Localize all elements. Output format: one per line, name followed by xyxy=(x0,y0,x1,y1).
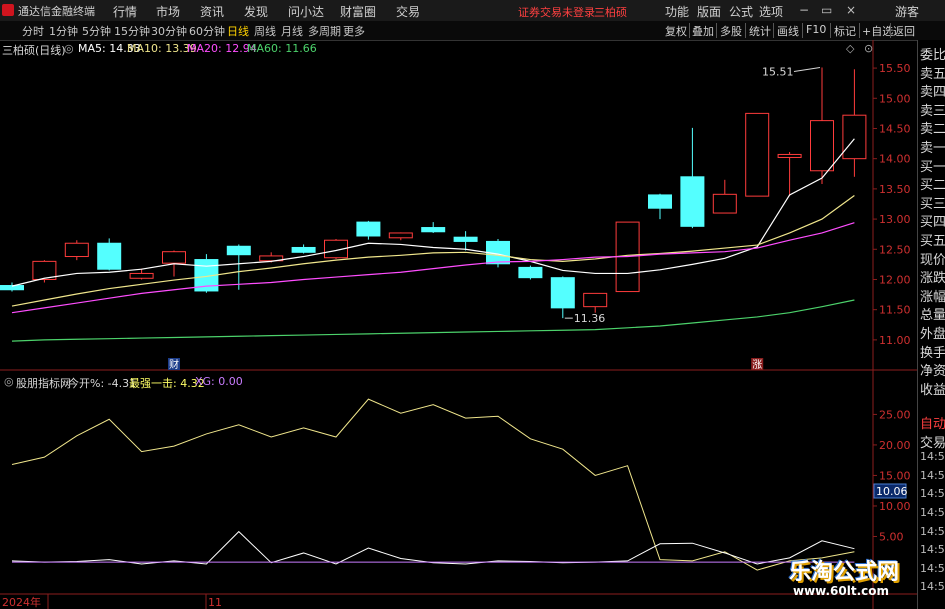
date-label: 2024年 xyxy=(2,595,41,609)
candle-body-up xyxy=(777,153,802,158)
side-panel-label: 卖三 xyxy=(920,103,945,119)
candle-body-up xyxy=(842,114,867,160)
candle-body-down xyxy=(648,194,672,209)
side-panel-label: 买五 xyxy=(920,234,945,249)
date-label: 11 xyxy=(208,596,222,609)
low-price-label: 11.36 xyxy=(574,312,606,325)
candle-body-down xyxy=(97,242,122,270)
side-panel-label: 买三 xyxy=(920,196,945,212)
candle-body-up xyxy=(810,120,834,172)
side-panel-label: 自动 xyxy=(920,417,945,432)
candle-body-down xyxy=(453,236,478,242)
event-marker-zhang: 涨 xyxy=(752,359,762,371)
side-panel-label: 现价 xyxy=(920,252,945,268)
candle-body-up xyxy=(129,272,154,279)
price-tick-label: 11.50 xyxy=(879,304,911,317)
side-panel-label: 14:56 xyxy=(920,450,945,464)
price-tick-label: 15.00 xyxy=(879,92,911,105)
indicator-line xyxy=(11,530,855,565)
price-tick-label: 13.50 xyxy=(879,183,911,196)
candle-body-down xyxy=(421,227,446,233)
side-panel-label: 14:56 xyxy=(920,487,945,501)
side-panel-label: 买二 xyxy=(920,178,945,194)
indicator-tick-label: 10.00 xyxy=(879,500,911,513)
side-panel-label: 卖二 xyxy=(920,122,945,138)
candle-body-up xyxy=(712,193,737,214)
high-price-label: 15.51 xyxy=(762,65,794,78)
candle-body-up xyxy=(583,292,608,308)
ma-line-ma20 xyxy=(11,222,855,314)
candle-body-down xyxy=(680,176,705,227)
indicator-tick-label: 5.00 xyxy=(879,530,904,543)
candle-body-down xyxy=(518,266,543,279)
price-tick-label: 13.00 xyxy=(879,213,911,226)
price-tick-label: 12.00 xyxy=(879,273,911,286)
high-marker-line xyxy=(793,66,821,72)
kline-chart[interactable]: 11.00 11.50 12.00 12.50 13.00 13.50 14.00 14.50… xyxy=(0,0,945,609)
quote-side-panel: 委比卖五卖四卖三卖二卖一买一买二买三买四买五现价涨跌涨幅总量外盘换手净资收益自动… xyxy=(917,40,945,609)
indicator-tick-label: 20.00 xyxy=(879,439,911,452)
side-panel-label: 总量 xyxy=(920,308,945,324)
candle-body-up xyxy=(162,251,186,264)
price-tick-label: 12.50 xyxy=(879,243,911,256)
side-panel-label: 委比 xyxy=(920,48,945,63)
candle-body-down xyxy=(0,285,24,291)
event-marker-cai: 财 xyxy=(169,358,179,371)
side-panel-label: 换手 xyxy=(920,345,945,361)
side-panel-label: 卖五 xyxy=(920,66,945,82)
side-panel-label: 卖四 xyxy=(920,85,945,101)
side-panel-label: 14:56 xyxy=(920,524,945,538)
indicator-line xyxy=(11,398,855,571)
indicator-tick-label: 25.00 xyxy=(879,408,911,421)
side-panel-label: 买四 xyxy=(920,215,945,231)
side-panel-label: 卖一 xyxy=(920,141,945,156)
watermark-logo: 乐淘公式网 www.60lt.com xyxy=(783,552,943,606)
side-panel-label: 14:56 xyxy=(920,468,945,482)
candle-body-down xyxy=(226,245,251,256)
watermark-url: www.60lt.com xyxy=(793,584,890,598)
candle-body-down xyxy=(291,246,316,253)
side-panel-label: 买一 xyxy=(920,159,945,175)
ma-line-ma60 xyxy=(11,299,855,342)
candle-body-down xyxy=(356,221,381,237)
candle-body-up xyxy=(64,242,89,258)
indicator-tick-label: 15.00 xyxy=(879,469,911,482)
side-panel-label: 收益 xyxy=(920,382,945,398)
candle-body-up xyxy=(745,112,770,197)
side-panel-label: 涨跌 xyxy=(920,271,945,287)
watermark-title: 乐淘公式网 xyxy=(789,560,900,585)
side-panel-label: 净资 xyxy=(920,364,945,380)
price-tick-label: 14.00 xyxy=(879,153,911,166)
current-value-label: 10.06 xyxy=(876,485,908,498)
price-tick-label: 15.50 xyxy=(879,62,911,75)
price-tick-label: 11.00 xyxy=(879,334,911,347)
candle-body-up xyxy=(388,232,413,239)
side-panel-label: 交易 xyxy=(920,435,945,451)
price-tick-label: 14.50 xyxy=(879,122,911,135)
side-panel-label: 14:56 xyxy=(920,506,945,519)
side-panel-label: 涨幅 xyxy=(920,289,945,305)
side-panel-label: 外盘 xyxy=(920,327,945,342)
candle-body-down xyxy=(550,277,575,309)
